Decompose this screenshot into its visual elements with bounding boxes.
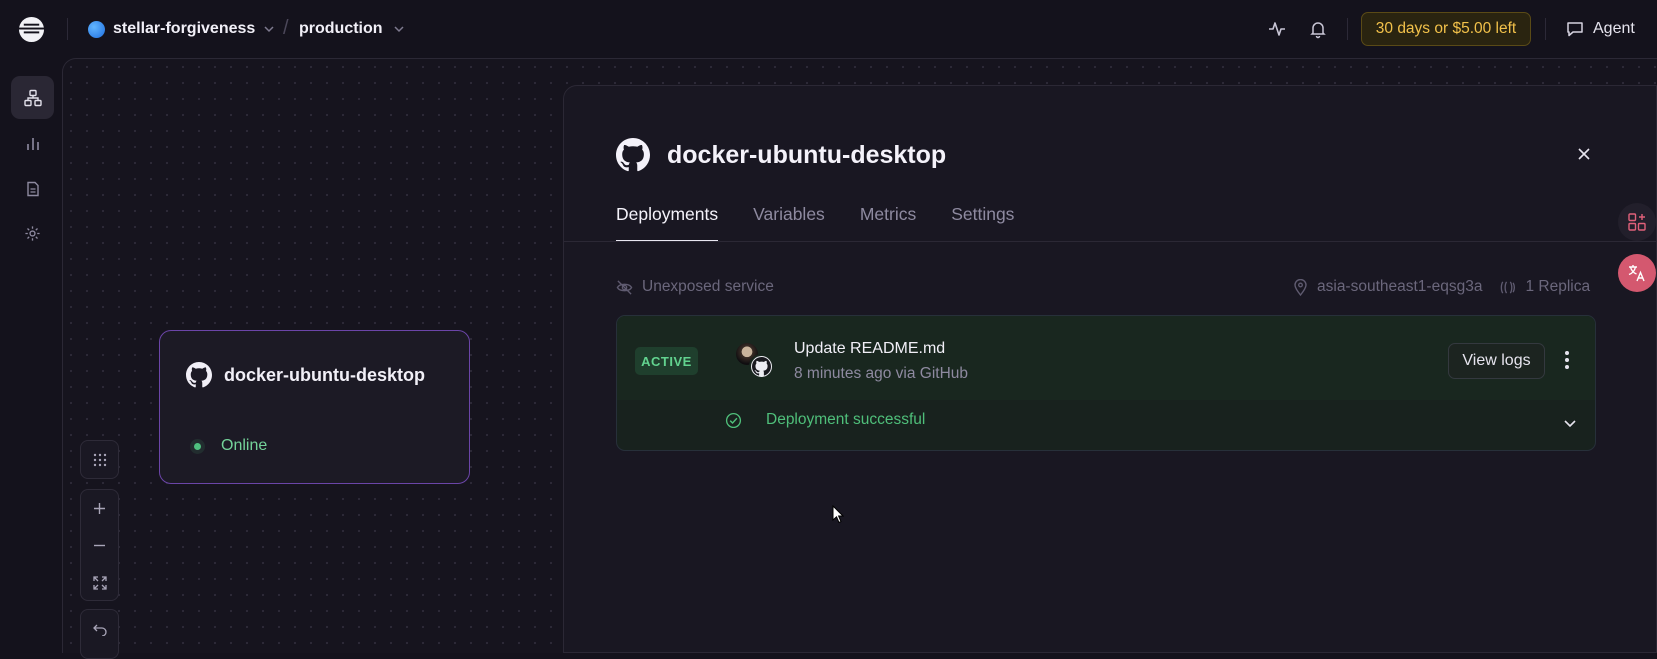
more-options-icon[interactable] [1565, 350, 1569, 370]
nav-architecture[interactable] [11, 76, 54, 119]
deployment-meta: asia-southeast1-eqsg3a 1 Replica [1293, 278, 1590, 296]
architecture-icon [23, 89, 42, 106]
tab-metrics[interactable]: Metrics [860, 204, 916, 242]
project-icon [88, 20, 105, 38]
environment-selector[interactable]: production [299, 18, 405, 40]
commit-message: Update README.md [794, 340, 946, 357]
mouse-cursor-icon [832, 505, 844, 524]
grid-toggle-button[interactable] [81, 441, 118, 478]
top-bar: stellar-forgiveness / production 30 days… [0, 0, 1657, 58]
panel-title: docker-ubuntu-desktop [616, 138, 946, 172]
fit-view-button[interactable] [81, 564, 118, 601]
divider [67, 18, 68, 40]
nav-observability[interactable] [11, 122, 54, 165]
tab-divider [564, 241, 1657, 242]
apps-sparkle-icon [1628, 213, 1646, 231]
panel-tabs: Deployments Variables Metrics Settings [616, 204, 1014, 242]
service-card[interactable]: docker-ubuntu-desktop Online [159, 330, 470, 484]
document-icon [26, 181, 39, 196]
replica-icon [1501, 280, 1516, 294]
project-name: stellar-forgiveness [113, 20, 256, 37]
chevron-down-icon [264, 26, 274, 33]
chevron-down-icon[interactable] [1563, 416, 1577, 430]
divider [1545, 18, 1546, 40]
status-dot [194, 442, 201, 450]
plus-icon [94, 503, 105, 514]
chevron-down-icon [394, 26, 404, 33]
zoom-out-button[interactable] [81, 527, 118, 564]
minus-icon [94, 544, 105, 547]
trial-usage-badge[interactable]: 30 days or $5.00 left [1361, 12, 1531, 46]
github-icon [186, 362, 212, 388]
github-icon [616, 138, 650, 172]
agent-button[interactable]: Agent [1566, 18, 1635, 40]
close-icon[interactable] [1576, 146, 1592, 162]
breadcrumb-separator: / [283, 17, 289, 39]
service-status-label: Online [221, 437, 268, 454]
service-detail-panel: docker-ubuntu-desktop Deployments Variab… [563, 85, 1657, 653]
tab-deployments[interactable]: Deployments [616, 204, 719, 242]
translate-icon [1628, 265, 1645, 282]
location-pin-icon [1294, 278, 1307, 296]
project-selector[interactable]: stellar-forgiveness [88, 18, 275, 40]
grid-dots-icon [93, 453, 106, 466]
activity-icon[interactable] [1267, 19, 1287, 39]
canvas-grid-control[interactable] [80, 440, 119, 479]
region-label: asia-southeast1-eqsg3a [1317, 278, 1483, 295]
nav-logs[interactable] [11, 167, 54, 210]
panel-service-name: docker-ubuntu-desktop [667, 140, 947, 169]
service-status: Online [194, 437, 267, 455]
expand-icon [92, 575, 107, 590]
divider [1347, 18, 1348, 40]
tab-variables[interactable]: Variables [753, 204, 825, 242]
undo-icon [92, 624, 107, 636]
agent-label: Agent [1593, 20, 1635, 37]
exposure-info[interactable]: Unexposed service [616, 278, 774, 296]
status-badge: ACTIVE [635, 347, 698, 375]
canvas-undo-control [80, 609, 119, 659]
zoom-in-button[interactable] [81, 490, 118, 527]
service-card-title: docker-ubuntu-desktop [186, 362, 425, 388]
apps-button[interactable] [1618, 203, 1656, 241]
tab-settings[interactable]: Settings [951, 204, 1014, 242]
deployment-status-label: Deployment successful [766, 411, 926, 428]
railway-logo-icon[interactable] [18, 16, 45, 43]
replica-count: 1 Replica [1525, 278, 1591, 295]
translate-button[interactable] [1618, 254, 1656, 292]
canvas-zoom-controls [80, 489, 119, 601]
environment-name: production [299, 20, 383, 37]
view-logs-button[interactable]: View logs [1448, 343, 1545, 379]
chat-icon [1567, 22, 1583, 37]
check-circle-icon [725, 412, 742, 428]
service-name: docker-ubuntu-desktop [224, 364, 425, 385]
deployment-time: 8 minutes ago via GitHub [794, 365, 969, 382]
bar-chart-icon [26, 137, 39, 150]
deployment-status: Deployment successful [725, 411, 925, 429]
github-icon [749, 354, 774, 379]
gear-icon [25, 226, 40, 241]
nav-settings[interactable] [11, 212, 54, 255]
side-nav [0, 58, 62, 653]
bell-icon[interactable] [1308, 19, 1328, 39]
undo-button[interactable] [81, 610, 118, 647]
exposure-label: Unexposed service [642, 278, 774, 295]
deployment-card[interactable]: ACTIVE Update README.md 8 minutes ago vi… [616, 315, 1596, 451]
eye-off-icon [616, 279, 633, 295]
